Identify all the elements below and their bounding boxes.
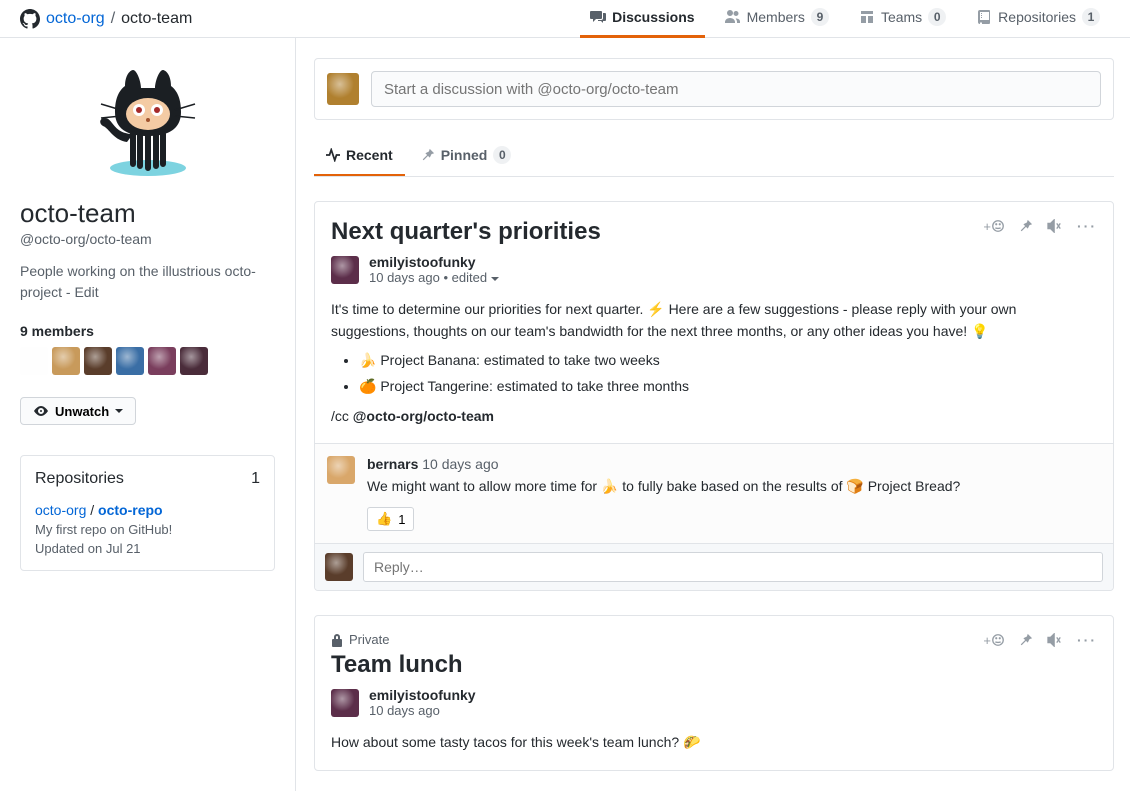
tab-teams[interactable]: Teams 0: [849, 0, 956, 38]
caret-down-icon: [115, 407, 123, 415]
octocat-avatar: [83, 68, 213, 178]
teams-icon: [859, 9, 875, 25]
repo-name-link[interactable]: octo-repo: [98, 502, 163, 518]
tab-label: Repositories: [998, 9, 1076, 25]
post-title[interactable]: Next quarter's priorities: [331, 218, 983, 246]
member-avatar[interactable]: [116, 347, 144, 375]
eye-icon: [33, 403, 49, 419]
reaction-emoji: 👍: [376, 511, 392, 527]
reply-text: We might want to allow more time for 🍌 t…: [367, 476, 1101, 497]
reaction-count: 1: [398, 512, 405, 527]
unwatch-label: Unwatch: [55, 404, 109, 419]
unwatch-button[interactable]: Unwatch: [20, 397, 136, 425]
reply-compose: [315, 543, 1113, 590]
member-avatar-row: [20, 347, 275, 375]
people-icon: [725, 9, 741, 25]
post-paragraph: How about some tasty tacos for this week…: [331, 732, 1097, 754]
post-paragraph: It's time to determine our priorities fo…: [331, 299, 1097, 342]
breadcrumb-sep: /: [111, 10, 115, 28]
author-username[interactable]: emilyistoofunky: [369, 687, 476, 703]
tab-label: Teams: [881, 9, 922, 25]
member-avatar[interactable]: [20, 347, 48, 375]
pin-icon: [421, 148, 435, 162]
repos-count: 1: [1082, 8, 1100, 26]
current-user-avatar[interactable]: [327, 73, 359, 105]
teams-count: 0: [928, 8, 946, 26]
member-avatar[interactable]: [52, 347, 80, 375]
add-reaction-button[interactable]: +: [983, 219, 1005, 234]
team-sidebar: octo-team @octo-org/octo-team People wor…: [0, 38, 296, 791]
post-list-item: 🍌 Project Banana: estimated to take two …: [359, 350, 1097, 372]
reply-author[interactable]: bernars: [367, 456, 418, 472]
reaction-button[interactable]: 👍 1: [367, 507, 414, 531]
pinned-count: 0: [493, 146, 511, 164]
tab-discussions[interactable]: Discussions: [580, 0, 704, 38]
discussion-post: Next quarter's priorities + ··· emilyist…: [314, 201, 1114, 591]
mute-button[interactable]: [1047, 633, 1063, 647]
team-name: octo-team: [20, 198, 275, 229]
sidebar-repos-box: Repositories 1 octo-org / octo-repo My f…: [20, 455, 275, 571]
team-slug: @octo-org/octo-team: [20, 231, 275, 247]
members-label: 9 members: [20, 323, 275, 339]
edited-indicator[interactable]: • edited: [443, 270, 487, 285]
more-options-button[interactable]: ···: [1077, 218, 1097, 234]
caret-down-icon: [491, 275, 499, 283]
repos-count: 1: [251, 470, 260, 488]
member-avatar[interactable]: [84, 347, 112, 375]
breadcrumb: octo-org / octo-team: [20, 9, 192, 29]
reply: bernars 10 days ago We might want to all…: [314, 443, 1114, 543]
repo-org-link[interactable]: octo-org: [35, 502, 86, 518]
author-avatar[interactable]: [331, 256, 359, 284]
post-timestamp: 10 days ago: [369, 270, 440, 285]
new-discussion-input[interactable]: [371, 71, 1101, 107]
mute-button[interactable]: [1047, 219, 1063, 233]
tab-members[interactable]: Members 9: [715, 0, 839, 38]
tab-repositories[interactable]: Repositories 1: [966, 0, 1110, 38]
post-timestamp: 10 days ago: [369, 703, 476, 718]
member-avatar[interactable]: [148, 347, 176, 375]
add-reaction-button[interactable]: +: [983, 633, 1005, 648]
tab-label: Members: [747, 9, 805, 25]
post-title[interactable]: Team lunch: [331, 651, 983, 679]
tab-recent[interactable]: Recent: [314, 136, 405, 176]
private-label: Private: [349, 632, 389, 647]
team-description: People working on the illustrious octo-p…: [20, 261, 275, 303]
tab-label: Discussions: [612, 9, 694, 25]
current-user-avatar[interactable]: [325, 553, 353, 581]
github-mark-icon: [20, 9, 40, 29]
new-discussion-box: [314, 58, 1114, 120]
repo-sep: /: [86, 502, 98, 518]
member-avatar[interactable]: [180, 347, 208, 375]
more-options-button[interactable]: ···: [1077, 632, 1097, 648]
pulse-icon: [326, 148, 340, 162]
pin-button[interactable]: [1019, 219, 1033, 233]
smiley-icon: [991, 219, 1005, 233]
content: Recent Pinned 0 Next quarter's prioritie…: [296, 38, 1130, 791]
breadcrumb-team: octo-team: [121, 10, 192, 28]
post-list-item: 🍊 Project Tangerine: estimated to take t…: [359, 376, 1097, 398]
breadcrumb-org[interactable]: octo-org: [46, 10, 105, 28]
repos-header: Repositories: [35, 470, 124, 488]
reply-timestamp: 10 days ago: [422, 456, 498, 472]
reply-input[interactable]: [363, 552, 1103, 582]
members-count: 9: [811, 8, 829, 26]
smiley-icon: [991, 633, 1005, 647]
cc-prefix: /cc: [331, 408, 353, 424]
repo-icon: [976, 9, 992, 25]
repo-desc: My first repo on GitHub!: [35, 522, 260, 537]
reply-author-avatar[interactable]: [327, 456, 355, 484]
author-username[interactable]: emilyistoofunky: [369, 254, 499, 270]
lock-icon: [331, 633, 343, 647]
discussion-post: Private Team lunch + ··· emilyistoofunky: [314, 615, 1114, 771]
tab-label: Recent: [346, 147, 393, 163]
tab-pinned[interactable]: Pinned 0: [409, 136, 524, 176]
author-avatar[interactable]: [331, 689, 359, 717]
pin-button[interactable]: [1019, 633, 1033, 647]
comment-discussion-icon: [590, 9, 606, 25]
team-mention[interactable]: @octo-org/octo-team: [353, 408, 494, 424]
repo-updated: Updated on Jul 21: [35, 541, 260, 556]
tab-label: Pinned: [441, 147, 488, 163]
